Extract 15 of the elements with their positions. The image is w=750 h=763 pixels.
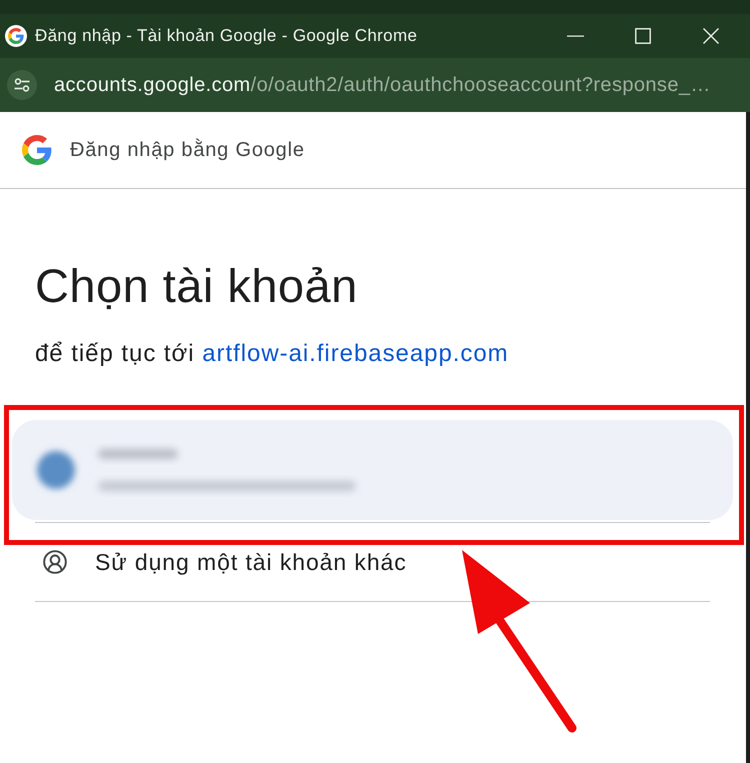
maximize-icon (635, 28, 651, 44)
close-icon (703, 28, 719, 44)
minimize-icon (566, 35, 584, 37)
google-logo-icon (22, 135, 52, 165)
google-logo-icon (5, 25, 27, 47)
use-another-account-button[interactable]: Sử dụng một tài khoản khác (35, 523, 710, 601)
dialog-brand-title: Đăng nhập bằng Google (70, 138, 305, 163)
window-title: Đăng nhập - Tài khoản Google - Google Chrome (35, 25, 418, 48)
tune-icon (14, 78, 30, 92)
page-heading: Chọn tài khoản (35, 259, 359, 313)
site-info-button[interactable] (7, 70, 37, 100)
url-field[interactable]: accounts.google.com/o/oauth2/auth/oauthchooseaccount?response_… (54, 70, 711, 100)
subtitle-text: để tiếp tục tới artflow-ai.firebaseapp.com (35, 339, 510, 369)
account-circle-icon (42, 549, 68, 575)
app-link[interactable]: artflow-ai.firebaseapp.com (202, 340, 509, 367)
